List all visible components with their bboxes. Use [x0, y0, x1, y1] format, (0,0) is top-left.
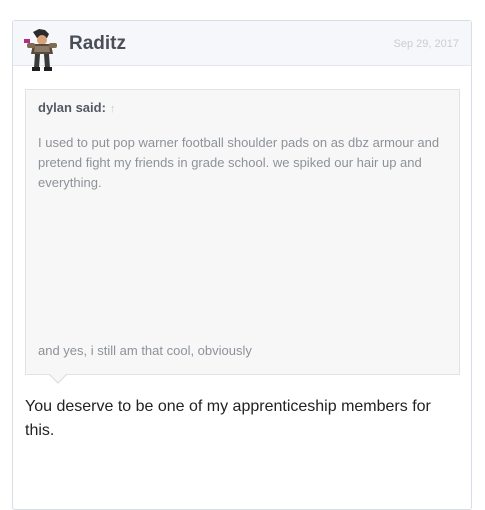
- quote-pointer: [49, 374, 67, 384]
- forum-post: Raditz Sep 29, 2017 dylan said: ↑ I used …: [12, 20, 472, 510]
- post-message: You deserve to be one of my apprenticesh…: [25, 398, 431, 439]
- arrow-up-icon[interactable]: ↑: [110, 103, 116, 115]
- post-date[interactable]: Sep 29, 2017: [394, 38, 459, 50]
- quote-author: dylan said: ↑: [38, 100, 115, 115]
- quote-tail-text: and yes, i still am that cool, obviously: [38, 343, 252, 358]
- raditz-avatar-image: [24, 29, 57, 71]
- avatar[interactable]: [23, 28, 61, 72]
- quote-block: dylan said: ↑ I used to put pop warner fo…: [25, 89, 460, 375]
- post-username[interactable]: Raditz: [69, 33, 126, 55]
- post-header: Raditz Sep 29, 2017: [13, 21, 471, 71]
- quote-text: I used to put pop warner football should…: [38, 135, 440, 190]
- quote-author-label: dylan said:: [38, 100, 106, 115]
